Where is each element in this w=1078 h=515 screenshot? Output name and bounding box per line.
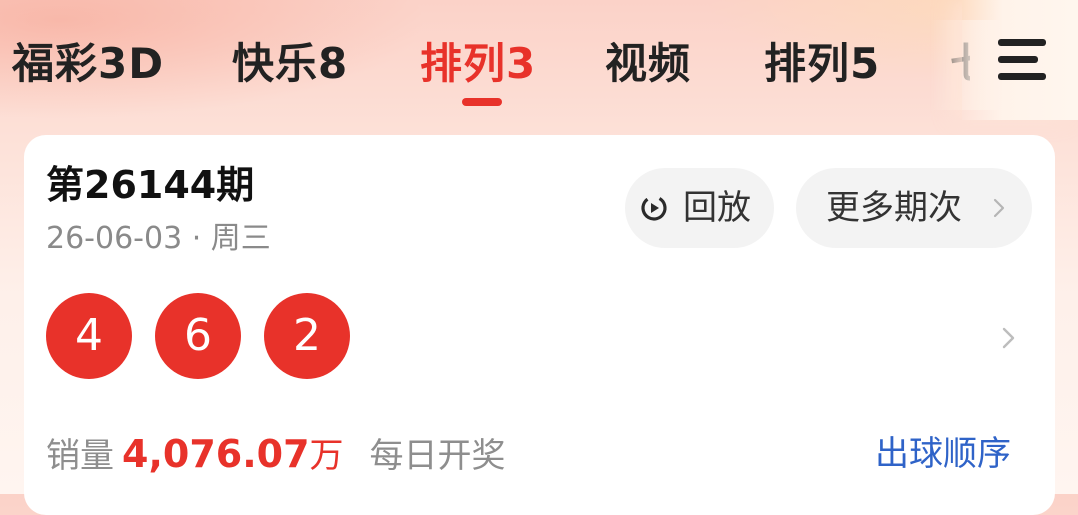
winning-ball: 2	[264, 293, 350, 379]
more-issues-button[interactable]: 更多期次	[796, 168, 1032, 248]
tab-pailie-5[interactable]: 排列5	[764, 34, 880, 94]
replay-button[interactable]: 回放	[625, 168, 774, 248]
issue-number: 第26144期	[46, 163, 255, 207]
sales-info: 销量 4,076.07万 每日开奖	[46, 429, 506, 479]
channel-menu-button[interactable]	[962, 0, 1078, 120]
ball-order-link[interactable]: 出球顺序	[875, 429, 1011, 479]
result-detail-chevron-icon[interactable]	[1001, 325, 1017, 351]
draw-date: 26-06-03 · 周三	[46, 221, 271, 256]
sales-value: 4,076.07	[122, 432, 310, 476]
winning-ball: 4	[46, 293, 132, 379]
sales-unit: 万	[309, 436, 344, 476]
winning-ball: 6	[155, 293, 241, 379]
more-issues-label: 更多期次	[826, 188, 962, 228]
sales-label: 销量	[46, 436, 114, 476]
tab-fucai-3d[interactable]: 福彩3D	[12, 34, 164, 94]
replay-label: 回放	[683, 188, 751, 228]
tab-pailie-3[interactable]: 排列3	[420, 34, 536, 94]
replay-icon	[641, 195, 667, 221]
lottery-tab-bar: 福彩3D 快乐8 排列3 视频 排列5 七	[0, 0, 1078, 120]
chevron-right-icon	[993, 198, 1005, 218]
draw-result-card: 第26144期 26-06-03 · 周三 回放 更多期次 4 6 2 销量 4,…	[24, 135, 1055, 515]
active-tab-indicator	[462, 98, 502, 106]
tab-video[interactable]: 视频	[605, 34, 691, 94]
daily-draw-note: 每日开奖	[369, 436, 506, 476]
tab-kuaile-8[interactable]: 快乐8	[232, 34, 348, 94]
